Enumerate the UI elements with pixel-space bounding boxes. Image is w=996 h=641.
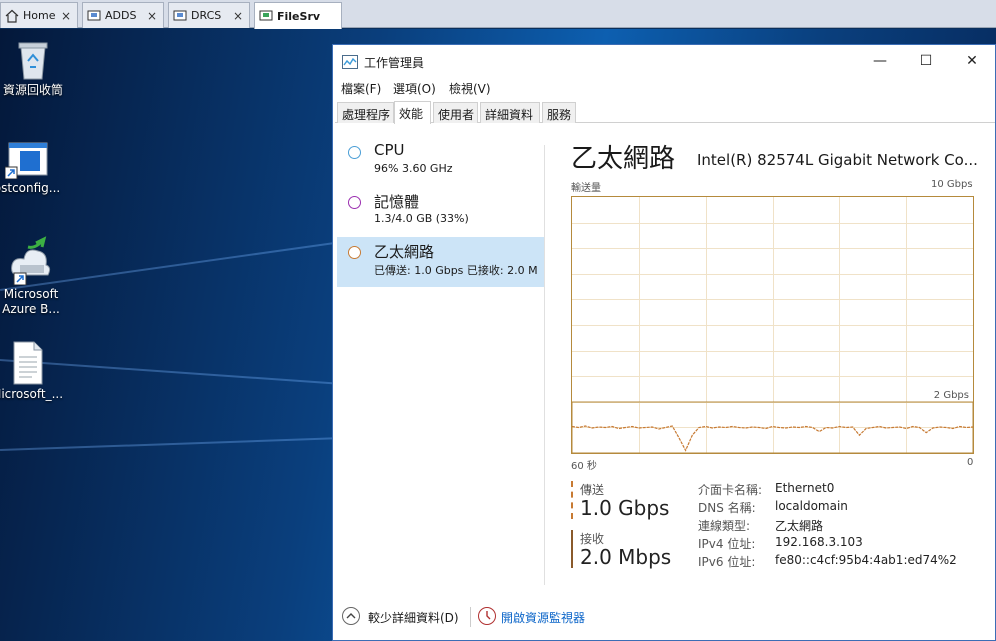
document-icon bbox=[13, 341, 43, 385]
divider bbox=[470, 607, 471, 627]
property-key: IPv4 位址: bbox=[698, 537, 756, 551]
max-scale-label: 10 Gbps bbox=[931, 179, 973, 190]
resource-list: CPU 96% 3.60 GHz 記憶體 1.3/4.0 GB (33%) 乙太… bbox=[337, 137, 545, 287]
tab-bar: 處理程序 效能 使用者 詳細資料 服務 bbox=[335, 101, 995, 124]
title-bar[interactable]: 工作管理員 — ☐ ✕ bbox=[333, 45, 995, 77]
property-value: localdomain bbox=[775, 499, 848, 513]
throughput-graph-svg: 2 Gbps bbox=[572, 197, 973, 453]
tab-services[interactable]: 服務 bbox=[542, 102, 576, 123]
resource-name: 記憶體 bbox=[374, 193, 420, 211]
minimize-icon: — bbox=[873, 53, 887, 69]
menu-bar: 檔案(F) 選項(O) 檢視(V) bbox=[333, 77, 995, 97]
vm-icon bbox=[87, 10, 101, 20]
maximize-icon: ☐ bbox=[919, 53, 933, 69]
close-icon[interactable]: × bbox=[233, 9, 243, 23]
recycle-bin-icon bbox=[18, 42, 48, 80]
time-start-label: 60 秒 bbox=[571, 461, 597, 472]
home-icon bbox=[5, 9, 19, 23]
menu-file[interactable]: 檔案(F) bbox=[341, 80, 381, 97]
close-button[interactable]: ✕ bbox=[949, 45, 995, 77]
window-title: 工作管理員 bbox=[364, 56, 425, 70]
vm-tab-filesrv[interactable]: FileSrv bbox=[254, 2, 342, 29]
receive-value: 2.0 Mbps bbox=[580, 545, 672, 569]
app-window-icon bbox=[5, 142, 48, 179]
desktop-icon-label: Microsoft bbox=[3, 287, 59, 301]
resource-detail: 96% 3.60 GHz bbox=[374, 162, 453, 175]
desktop-icon-document[interactable]: Microsoft_... bbox=[0, 341, 66, 402]
desktop-icon-label: 資源回收筒 bbox=[2, 83, 63, 97]
send-value: 1.0 Gbps bbox=[580, 496, 670, 520]
resource-detail: 1.3/4.0 GB (33%) bbox=[374, 212, 469, 225]
divider bbox=[544, 145, 545, 585]
send-legend-line bbox=[571, 481, 573, 519]
property-value: 192.168.3.103 bbox=[775, 535, 863, 549]
close-icon: ✕ bbox=[966, 53, 978, 69]
property-key: IPv6 位址: bbox=[698, 555, 756, 569]
scale-label: 2 Gbps bbox=[934, 390, 969, 401]
menu-view[interactable]: 檢視(V) bbox=[449, 80, 491, 97]
vm-tab-adds[interactable]: ADDS × bbox=[82, 2, 164, 28]
vm-tab-drcs[interactable]: DRCS × bbox=[168, 2, 250, 28]
property-value: Ethernet0 bbox=[775, 481, 835, 495]
task-manager-window: 工作管理員 — ☐ ✕ 檔案(F) 選項(O) 檢視(V) 處理程序 效能 使用… bbox=[332, 44, 996, 641]
time-end-label: 0 bbox=[967, 457, 974, 468]
tab-processes[interactable]: 處理程序 bbox=[337, 102, 394, 123]
fewer-details-button[interactable]: 較少詳細資料(D) bbox=[368, 609, 459, 626]
desktop-icon-label: ostconfig... bbox=[0, 181, 61, 195]
property-key: DNS 名稱: bbox=[698, 501, 756, 515]
desktop-icon-azure-backup[interactable]: Microsoft Azure B... bbox=[0, 235, 70, 317]
memory-indicator-icon bbox=[348, 196, 361, 209]
resource-name: 乙太網路 bbox=[374, 243, 435, 261]
send-series-line bbox=[572, 425, 973, 452]
desktop-icon-label: Azure B... bbox=[2, 302, 60, 316]
vm-tab-label: DRCS bbox=[191, 9, 222, 22]
azure-backup-icon bbox=[11, 236, 51, 285]
minimize-button[interactable]: — bbox=[857, 45, 903, 77]
desktop-icon-recycle-bin[interactable]: 資源回收筒 bbox=[0, 37, 72, 98]
resource-name: CPU bbox=[374, 141, 405, 159]
vm-tab-strip: Home × ADDS × DRCS × FileSrv bbox=[0, 0, 996, 29]
desktop-icon-label: Microsoft_... bbox=[0, 387, 64, 401]
resource-memory[interactable]: 記憶體 1.3/4.0 GB (33%) bbox=[337, 187, 545, 237]
property-key: 介面卡名稱: bbox=[698, 483, 763, 497]
vm-tab-label: FileSrv bbox=[277, 9, 321, 23]
chevron-up-icon[interactable] bbox=[342, 607, 360, 625]
detail-title: 乙太網路 bbox=[571, 144, 676, 174]
tab-details[interactable]: 詳細資料 bbox=[480, 102, 540, 123]
resource-monitor-icon bbox=[478, 607, 496, 625]
resource-cpu[interactable]: CPU 96% 3.60 GHz bbox=[337, 137, 545, 187]
vm-tab-home[interactable]: Home × bbox=[0, 2, 78, 28]
vm-icon bbox=[173, 10, 187, 20]
menu-options[interactable]: 選項(O) bbox=[393, 80, 436, 97]
vm-tab-label: ADDS bbox=[105, 9, 137, 22]
vm-icon bbox=[259, 10, 273, 21]
property-key: 連線類型: bbox=[698, 519, 751, 533]
cpu-indicator-icon bbox=[348, 146, 361, 159]
task-manager-icon bbox=[342, 55, 358, 69]
desktop-icon-ostconfig[interactable]: ostconfig... bbox=[0, 141, 66, 196]
property-value: fe80::c4cf:95b4:4ab1:ed74%2 bbox=[775, 553, 957, 567]
maximize-button[interactable]: ☐ bbox=[903, 45, 949, 77]
close-icon[interactable]: × bbox=[61, 9, 71, 23]
adapter-name: Intel(R) 82574L Gigabit Network Co... bbox=[697, 151, 978, 169]
ethernet-indicator-icon bbox=[348, 246, 361, 259]
close-icon[interactable]: × bbox=[147, 9, 157, 23]
throughput-label: 輸送量 bbox=[571, 183, 601, 194]
throughput-graph: 2 Gbps bbox=[571, 196, 974, 454]
resource-detail: 已傳送: 1.0 Gbps 已接收: 2.0 M bbox=[374, 264, 538, 277]
tab-performance[interactable]: 效能 bbox=[394, 101, 431, 124]
property-value: 乙太網路 bbox=[775, 519, 824, 533]
open-resource-monitor-link[interactable]: 開啟資源監視器 bbox=[501, 609, 585, 626]
vm-tab-label: Home bbox=[23, 9, 56, 22]
footer: 較少詳細資料(D) 開啟資源監視器 bbox=[333, 601, 995, 641]
tab-users[interactable]: 使用者 bbox=[433, 102, 478, 123]
resource-ethernet[interactable]: 乙太網路 已傳送: 1.0 Gbps 已接收: 2.0 M bbox=[337, 237, 545, 287]
receive-legend-line bbox=[571, 530, 573, 568]
